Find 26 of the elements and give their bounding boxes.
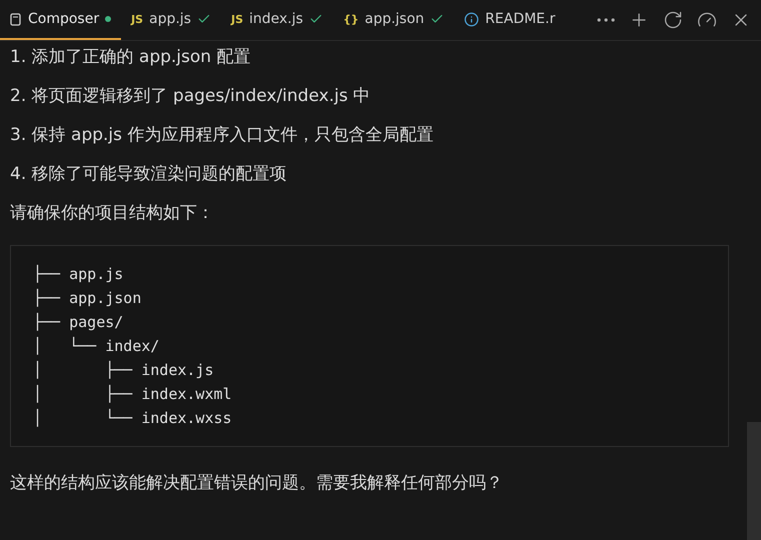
code-line: ├── app.json xyxy=(33,288,142,309)
code-line: │ └── index.wxss xyxy=(33,408,233,429)
code-line: ├── app.js xyxy=(33,264,124,285)
code-line: ├── pages/ xyxy=(33,312,124,333)
editor-tab[interactable]: JS index.js xyxy=(221,0,334,40)
code-line: │ ├── index.js xyxy=(33,360,215,381)
info-icon xyxy=(464,12,480,26)
closing-text: 这样的结构应该能解决配置错误的问题。需要我解释任何部分吗？ xyxy=(10,472,504,495)
file-type-icon: JS xyxy=(131,12,144,26)
editor-tab[interactable]: JS app.js xyxy=(121,0,222,40)
list-item: 3. 保持 app.js 作为应用程序入口文件，只包含全局配置 xyxy=(10,124,434,147)
file-type-icon: {} xyxy=(343,12,359,26)
code-line: │ └── index/ xyxy=(33,336,160,357)
more-button[interactable] xyxy=(595,16,617,24)
more-icon xyxy=(597,18,615,22)
editor-tab[interactable]: README.r xyxy=(454,0,566,40)
code-line: │ ├── index.wxml xyxy=(33,384,233,405)
editor-tab[interactable]: {} app.json xyxy=(333,0,454,40)
editor-tab[interactable]: Composer xyxy=(0,0,122,40)
list-item: 4. 移除了可能导致渲染问题的配置项 xyxy=(10,163,288,186)
refresh-icon xyxy=(663,10,683,30)
intro-text: 请确保你的项目结构如下： xyxy=(10,202,215,225)
composer-icon xyxy=(10,12,22,26)
list-item: 1. 添加了正确的 app.json 配置 xyxy=(10,46,252,69)
list-item: 2. 将页面逻辑移到了 pages/index/index.js 中 xyxy=(10,85,372,108)
file-type-icon: JS xyxy=(231,12,244,26)
